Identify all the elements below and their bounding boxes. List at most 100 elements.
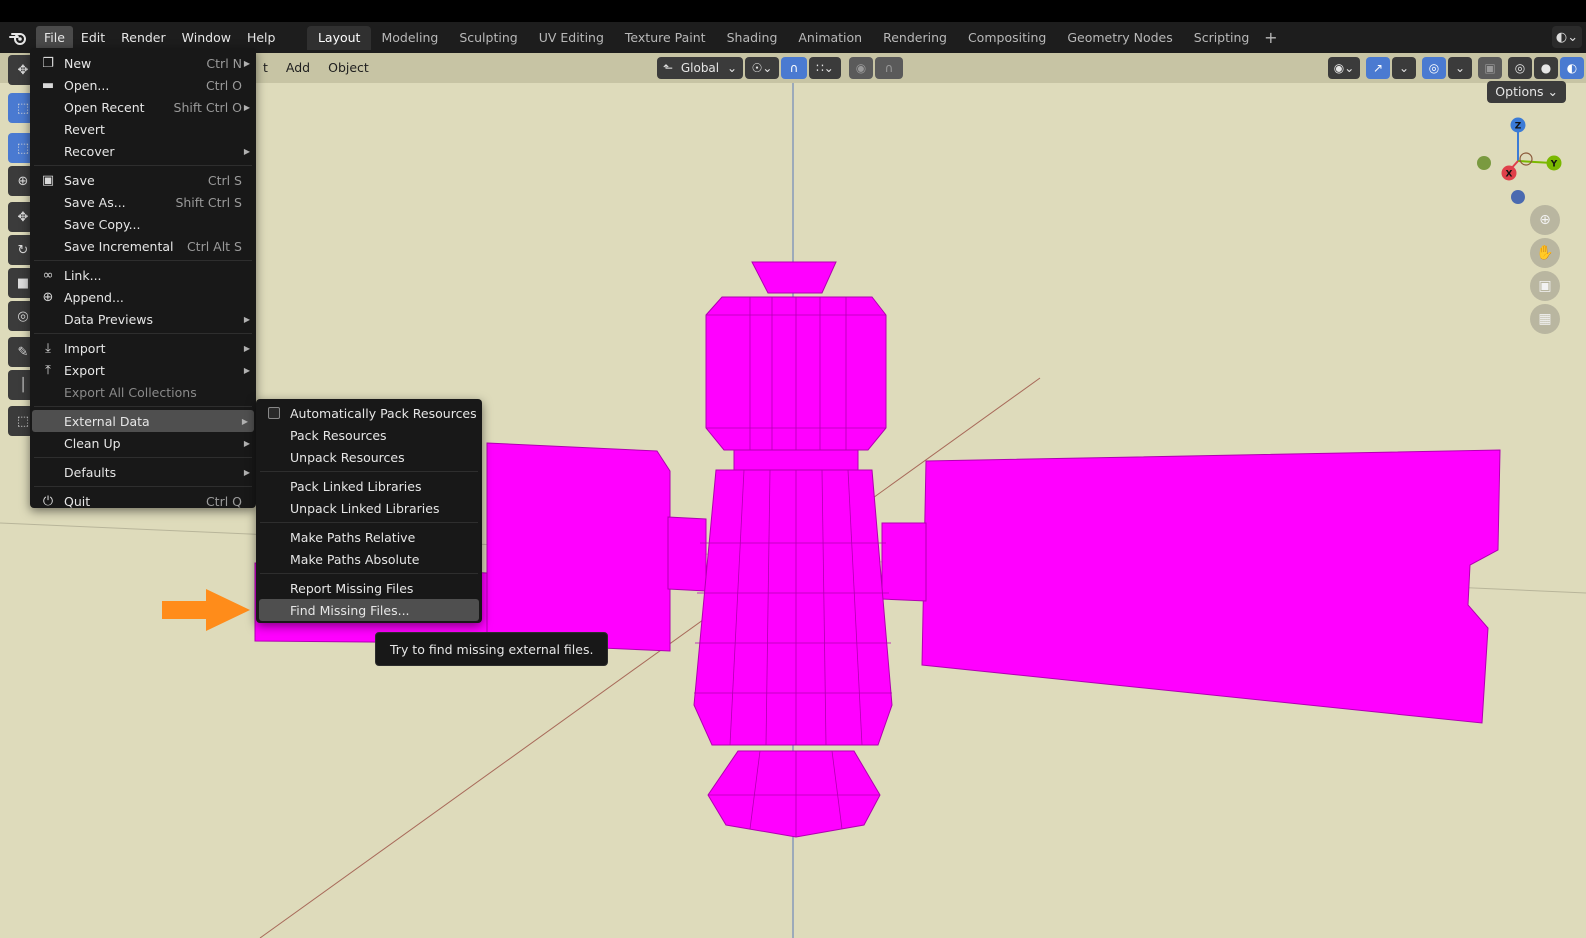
pivot-icon: ☉⌄ bbox=[751, 61, 773, 75]
find-missing-files-item[interactable]: Find Missing Files... bbox=[259, 599, 479, 621]
new-file-icon: ❐ bbox=[42, 55, 54, 71]
file-export-item[interactable]: ⤒ Export ▶ bbox=[30, 359, 256, 381]
menu-file[interactable]: File bbox=[36, 25, 73, 50]
file-append-item[interactable]: ⊕ Append... bbox=[30, 286, 256, 308]
xray-toggle[interactable]: ▣ bbox=[1478, 57, 1502, 79]
viewport-menu-object[interactable]: Object bbox=[320, 57, 377, 79]
camera-view-button[interactable]: ▣ bbox=[1530, 271, 1560, 301]
tab-layout[interactable]: Layout bbox=[307, 25, 371, 50]
file-save-incremental-item[interactable]: Save Incremental Ctrl Alt S bbox=[30, 235, 256, 257]
file-revert-item[interactable]: Revert bbox=[30, 118, 256, 140]
menu-separator bbox=[34, 486, 252, 487]
gizmo-toggle[interactable]: ↗ bbox=[1366, 57, 1390, 79]
tab-texture-paint[interactable]: Texture Paint bbox=[614, 26, 716, 50]
power-icon: ⏻ bbox=[42, 493, 54, 509]
neg-x-axis-handle[interactable] bbox=[1519, 152, 1533, 166]
file-save-as-item[interactable]: Save As... Shift Ctrl S bbox=[30, 191, 256, 213]
pivot-point-dropdown[interactable]: ☉⌄ bbox=[745, 57, 779, 79]
tab-modeling[interactable]: Modeling bbox=[371, 26, 449, 50]
eye-icon: ◉⌄ bbox=[1333, 61, 1355, 75]
report-missing-files-item[interactable]: Report Missing Files bbox=[256, 577, 482, 599]
auto-pack-resources-item[interactable]: Automatically Pack Resources bbox=[256, 402, 482, 424]
tab-animation[interactable]: Animation bbox=[788, 26, 873, 50]
overlays-dropdown[interactable]: ⌄ bbox=[1448, 57, 1472, 79]
file-quit-item[interactable]: ⏻ Quit Ctrl Q bbox=[30, 490, 256, 512]
tab-uv-editing[interactable]: UV Editing bbox=[528, 26, 614, 50]
menu-help[interactable]: Help bbox=[239, 26, 284, 50]
menu-window[interactable]: Window bbox=[174, 26, 239, 50]
file-data-previews-item[interactable]: Data Previews ▶ bbox=[30, 308, 256, 330]
shading-wireframe[interactable]: ◎ bbox=[1508, 57, 1532, 79]
viewport-menu-add[interactable]: Add bbox=[278, 57, 318, 79]
menu-separator bbox=[34, 457, 252, 458]
file-save-copy-item[interactable]: Save Copy... bbox=[30, 213, 256, 235]
visibility-dropdown[interactable]: ◉⌄ bbox=[1328, 57, 1360, 79]
pack-linked-libraries-item[interactable]: Pack Linked Libraries bbox=[256, 475, 482, 497]
submenu-arrow-icon: ▶ bbox=[243, 365, 250, 375]
file-save-item[interactable]: ▣ Save Ctrl S bbox=[30, 169, 256, 191]
overlays-toggle[interactable]: ◎ bbox=[1422, 57, 1446, 79]
file-link-item[interactable]: ∞ Link... bbox=[30, 264, 256, 286]
tab-sculpting[interactable]: Sculpting bbox=[449, 26, 528, 50]
file-export-all-collections-item: Export All Collections bbox=[64, 384, 197, 400]
pan-button[interactable]: ✋ bbox=[1530, 238, 1560, 268]
orientation-dropdown[interactable]: ⬑ Global ⌄ bbox=[657, 57, 743, 79]
falloff-dropdown[interactable]: ∩ bbox=[875, 57, 903, 79]
make-paths-relative-item[interactable]: Make Paths Relative bbox=[256, 526, 482, 548]
submenu-arrow-icon: ▶ bbox=[243, 343, 250, 353]
snap-target-dropdown[interactable]: ∷⌄ bbox=[809, 57, 841, 79]
file-new-item[interactable]: ❐ New Ctrl N ▶ bbox=[30, 52, 256, 74]
pack-resources-item[interactable]: Pack Resources bbox=[256, 424, 482, 446]
tab-scripting[interactable]: Scripting bbox=[1183, 26, 1260, 50]
transform-icon: ◎ bbox=[17, 308, 29, 324]
file-open-recent-item[interactable]: Open Recent Shift Ctrl O ▶ bbox=[30, 96, 256, 118]
zoom-button[interactable]: ⊕ bbox=[1530, 205, 1560, 235]
file-recover-item[interactable]: Recover ▶ bbox=[30, 140, 256, 162]
ortho-toggle-button[interactable]: ▦ bbox=[1530, 304, 1560, 334]
file-external-data-item[interactable]: External Data ▶ bbox=[32, 410, 254, 432]
neg-y-axis-handle[interactable] bbox=[1477, 156, 1491, 170]
unpack-linked-libraries-item[interactable]: Unpack Linked Libraries bbox=[256, 497, 482, 519]
file-open-item[interactable]: ▬ Open... Ctrl O bbox=[30, 74, 256, 96]
top-cap bbox=[751, 261, 837, 294]
unpack-resources-item[interactable]: Unpack Resources bbox=[256, 446, 482, 468]
object-mode-icon: ✥ bbox=[17, 62, 29, 78]
3d-cursor-icon: ⊕ bbox=[17, 173, 29, 189]
submenu-arrow-icon: ▶ bbox=[243, 102, 250, 112]
menu-edit[interactable]: Edit bbox=[73, 26, 113, 50]
file-import-item[interactable]: ⤓ Import ▶ bbox=[30, 337, 256, 359]
right-panel-arm bbox=[881, 522, 927, 602]
options-dropdown[interactable]: Options ⌄ bbox=[1487, 81, 1566, 103]
shading-material[interactable]: ◐ bbox=[1560, 57, 1584, 79]
tab-rendering[interactable]: Rendering bbox=[873, 26, 958, 50]
neg-z-axis-handle[interactable] bbox=[1511, 190, 1525, 204]
transform-orientation-group: ⬑ Global ⌄ ☉⌄ ∩ ∷⌄ ◉ ∩ bbox=[657, 56, 903, 80]
file-clean-up-item[interactable]: Clean Up ▶ bbox=[30, 432, 256, 454]
camera-icon: ▣ bbox=[1538, 278, 1552, 294]
left-panel-arm bbox=[667, 516, 707, 592]
submenu-arrow-icon: ▶ bbox=[243, 58, 250, 68]
submenu-arrow-icon: ▶ bbox=[243, 146, 250, 156]
xray-icon: ▣ bbox=[1484, 61, 1496, 75]
find-missing-files-tooltip: Try to find missing external files. bbox=[375, 632, 609, 666]
proportional-editing-toggle[interactable]: ◉ bbox=[849, 57, 873, 79]
tab-geometry-nodes[interactable]: Geometry Nodes bbox=[1057, 26, 1183, 50]
snap-toggle[interactable]: ∩ bbox=[781, 57, 807, 79]
z-axis-label: Z bbox=[1515, 122, 1522, 132]
file-defaults-item[interactable]: Defaults ▶ bbox=[30, 461, 256, 483]
tab-shading[interactable]: Shading bbox=[716, 26, 788, 50]
gizmo-dropdown[interactable]: ⌄ bbox=[1392, 57, 1416, 79]
shading-solid[interactable]: ● bbox=[1534, 57, 1558, 79]
x-axis-label: X bbox=[1506, 170, 1513, 180]
menu-render[interactable]: Render bbox=[113, 26, 174, 50]
navigation-gizmo[interactable]: Z Y X bbox=[1472, 115, 1562, 205]
viewport-menu-select[interactable]: t bbox=[255, 57, 276, 79]
magnifier-plus-icon: ⊕ bbox=[1539, 212, 1551, 228]
tab-compositing[interactable]: Compositing bbox=[957, 26, 1056, 50]
auto-pack-checkbox[interactable] bbox=[268, 407, 280, 419]
export-icon: ⤒ bbox=[45, 362, 51, 378]
add-workspace-button[interactable]: + bbox=[1260, 26, 1282, 50]
scene-selector-button[interactable]: ◐⌄ bbox=[1552, 26, 1582, 48]
window-title-bar bbox=[0, 0, 1586, 22]
make-paths-absolute-item[interactable]: Make Paths Absolute bbox=[256, 548, 482, 570]
